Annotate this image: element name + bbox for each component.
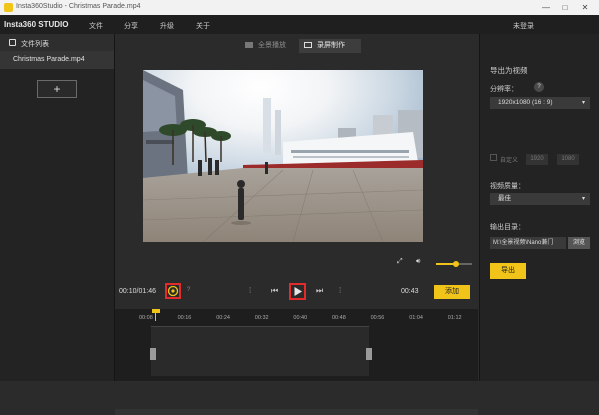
skip-next-icon[interactable]: ⏭︎ [316,286,323,296]
menu-item-share[interactable]: 分享 [124,21,138,31]
maximize-button[interactable]: □ [558,2,572,13]
tab-screen-record[interactable]: 录屏制作 [299,39,361,53]
menu-item-file[interactable]: 文件 [89,21,103,31]
quality-label: 视频质量： [490,183,525,190]
video-frame [143,70,423,242]
menu-item-upgrade[interactable]: 升级 [160,21,174,31]
output-dir-label: 输出目录： [490,224,525,231]
clip-end-handle[interactable] [366,348,372,360]
output-path-field[interactable]: M:\全景视频\Nano兼门 [490,237,566,249]
add-keyframe-button[interactable]: 添加 [434,285,470,299]
tab-label: 全景播放 [258,42,286,49]
trim-start-icon[interactable]: ⁞ [249,286,251,295]
file-list-icon [9,39,16,46]
play-icon [294,287,302,296]
video-preview[interactable] [143,70,423,242]
file-list-header: 文件列表 [0,34,114,51]
quality-select[interactable]: 最佳 ▾ [490,193,590,205]
timeline-tick-label: 00:48 [332,315,346,321]
main-panel: 全景播放 录屏制作 ⤢ 🔊︎ 00:10/01:46 ? ⁞ ⏮︎ ⏭︎ ⁞ 0… [115,34,478,415]
timeline-tick-label: 00:40 [293,315,308,321]
resolution-label: 分辨率： [490,86,518,93]
volume-slider-knob[interactable] [452,261,459,267]
resolution-value: 1920x1080 (16 : 9) [498,99,553,106]
custom-height-field[interactable]: 1080 [557,154,579,165]
tab-label: 录屏制作 [317,42,345,49]
timeline-clip[interactable] [151,326,369,376]
file-list-item[interactable]: Christmas Parade.mp4 [0,51,114,69]
mode-tabs: 全景播放 录屏制作 [115,34,478,58]
resolution-help-icon[interactable]: ? [534,82,544,92]
export-panel: 导出为视频 分辨率： ? 1920x1080 (16 : 9) ▾ 自定义 19… [479,34,599,381]
export-title: 导出为视频 [490,66,528,75]
keyframe-button[interactable] [165,283,181,299]
file-sidebar: 文件列表 Christmas Parade.mp4 + [0,34,115,381]
play-button[interactable] [289,283,306,300]
menu-bar: Insta360 STUDIO 文件 分享 升级 关于 未登录 [0,15,599,34]
file-name: Christmas Parade.mp4 [13,56,85,63]
playhead[interactable] [155,309,156,321]
fullscreen-icon[interactable]: ⤢ [397,258,403,275]
timeline-tick-label: 00:56 [370,315,385,321]
keyframe-target-icon [167,285,179,297]
panorama-icon [245,41,253,48]
timeline-tick-label: 00:32 [254,315,269,321]
app-logo-icon [4,3,13,12]
quality-value: 最佳 [498,195,511,202]
tab-panorama-play[interactable]: 全景播放 [240,39,300,53]
resolution-select[interactable]: 1920x1080 (16 : 9) ▾ [490,97,590,109]
custom-size-checkbox[interactable] [490,154,497,161]
menu-item-about[interactable]: 关于 [196,21,210,31]
skip-previous-icon[interactable]: ⏮︎ [271,286,278,296]
close-button[interactable]: ✕ [578,2,592,13]
window-title: Insta360Studio - Christmas Parade.mp4 [16,3,141,10]
custom-size-label: 自定义 [500,158,519,164]
brand-label: Insta360 STUDIO [4,20,69,29]
timeline[interactable]: 00:08 00:16 00:24 00:32 00:40 00:48 00:56 01:04… [115,309,478,381]
timeline-tick-label: 01:12 [447,315,462,321]
clip-start-handle[interactable] [150,348,156,360]
login-status[interactable]: 未登录 [513,21,534,31]
timeline-scrollbar[interactable] [115,409,478,415]
file-list-title: 文件列表 [21,41,49,48]
title-bar: Insta360Studio - Christmas Parade.mp4 — … [0,0,599,15]
add-file-button[interactable]: + [37,80,77,98]
end-time: 00:43 [401,288,419,295]
timeline-tick-label: 01:04 [409,315,423,321]
volume-icon[interactable]: 🔊︎ [416,258,420,275]
chevron-down-icon: ▾ [581,100,585,106]
volume-slider[interactable] [436,261,472,267]
browse-button[interactable]: 浏览 [568,237,590,249]
timeline-tick-label: 00:08 [139,315,153,321]
trim-end-icon[interactable]: ⁞ [339,286,341,295]
playback-controls: 00:10/01:46 ? ⁞ ⏮︎ ⏭︎ ⁞ 00:43 添加 [115,278,478,305]
custom-width-field[interactable]: 1920 [526,154,548,165]
current-time: 00:10/01:46 [119,288,156,295]
minimize-button[interactable]: — [539,2,553,13]
chevron-down-icon: ▾ [581,196,585,202]
timeline-tick-label: 00:24 [216,315,230,321]
timeline-tick-label: 00:16 [177,315,192,321]
screen-icon [304,41,312,48]
help-icon[interactable]: ? [187,287,190,293]
playhead-flag[interactable] [152,309,160,313]
export-button[interactable]: 导出 [490,263,526,279]
